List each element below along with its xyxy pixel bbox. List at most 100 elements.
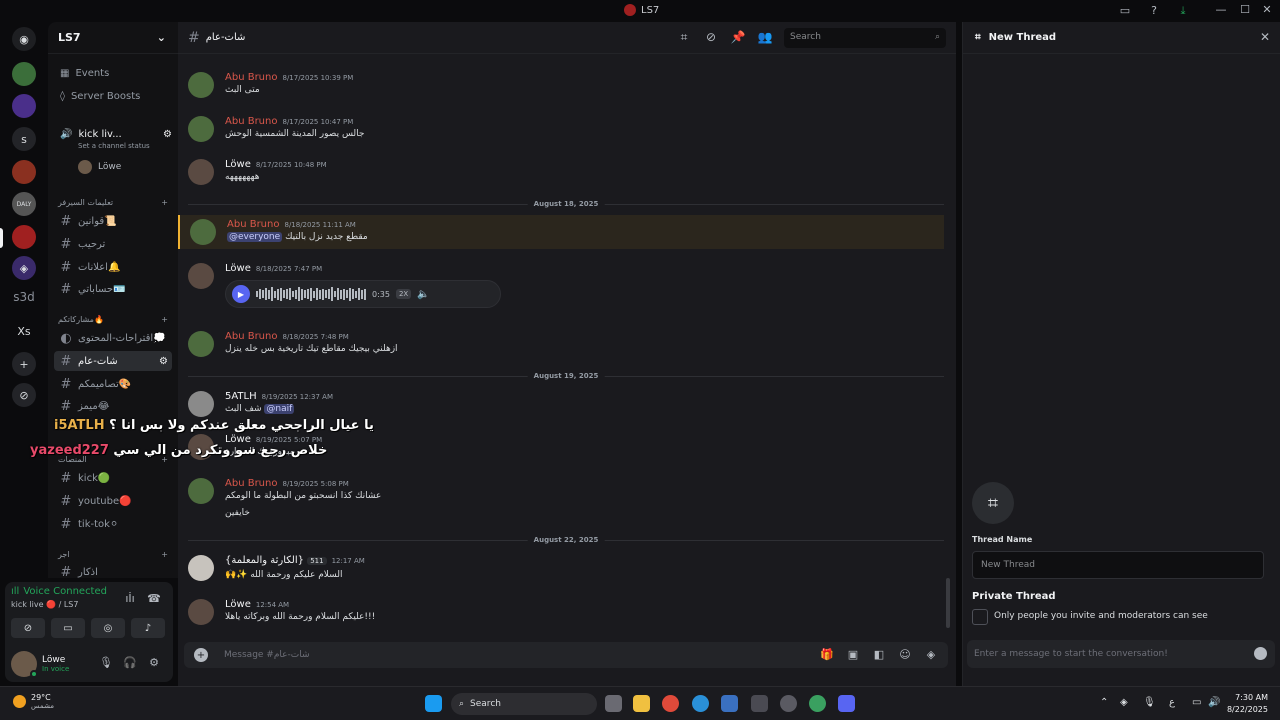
emoji-icon[interactable] <box>1254 647 1267 660</box>
file-explorer-icon[interactable] <box>633 695 650 712</box>
camera-off-button[interactable]: ⊘ <box>11 618 45 638</box>
edge-icon[interactable] <box>692 695 709 712</box>
plus-icon[interactable]: + <box>161 198 168 207</box>
chrome-icon[interactable] <box>662 695 679 712</box>
help-icon[interactable]: ? <box>1147 4 1161 18</box>
soundboard-button[interactable]: ♪ <box>131 618 165 638</box>
noise-suppression-icon[interactable]: ıİı <box>123 592 137 605</box>
voice-channel-link[interactable]: kick live 🔴 / LS7 <box>11 600 78 609</box>
discord-taskbar-icon[interactable] <box>838 695 855 712</box>
channel-item[interactable]: # قوانين📜 <box>54 211 172 231</box>
server-icon[interactable] <box>12 225 36 249</box>
plus-icon[interactable]: + <box>161 315 168 324</box>
microphone-icon[interactable]: 🎙 <box>1143 697 1156 708</box>
close-icon[interactable]: ✕ <box>1260 30 1270 44</box>
avatar[interactable] <box>188 391 214 417</box>
network-icon[interactable]: ▭ <box>1192 697 1201 708</box>
thread-name-input[interactable]: New Thread <box>972 551 1264 579</box>
apps-icon[interactable]: ◈ <box>924 648 938 661</box>
server-icon[interactable]: DALY <box>12 192 36 216</box>
inbox-icon[interactable]: ▭ <box>1118 4 1132 18</box>
private-thread-checkbox[interactable] <box>972 609 988 625</box>
play-icon[interactable]: ▶ <box>232 285 250 303</box>
chevron-up-icon[interactable]: ⌃ <box>1100 697 1108 708</box>
message-mentioned[interactable]: Abu Bruno 8/18/2025 11:11 AM @everyone مق… <box>178 215 944 249</box>
chrome-profile-icon[interactable] <box>809 695 826 712</box>
channel-item[interactable]: # تصاميمكم🎨 <box>54 374 172 394</box>
server-icon[interactable]: s3d <box>12 285 36 309</box>
channel-item[interactable]: # youtube🔴 <box>54 491 172 511</box>
category-header[interactable]: مشاركاتكم🔥 + <box>58 312 168 326</box>
avatar[interactable] <box>188 159 214 185</box>
channel-item[interactable]: ◐ اقتراحات-المحتوى💭 <box>54 328 172 348</box>
voice-participant[interactable]: Löwe <box>78 160 121 174</box>
channel-item[interactable]: # tik-tok⚪ <box>54 514 172 534</box>
threads-icon[interactable]: ⌗ <box>676 30 692 45</box>
events-item[interactable]: ▦ Events <box>54 63 172 83</box>
avatar[interactable] <box>188 72 214 98</box>
add-server-icon[interactable]: + <box>12 352 36 376</box>
server-icon[interactable] <box>12 62 36 86</box>
server-tag-badge[interactable]: 511 <box>307 557 327 565</box>
settings-icon[interactable] <box>751 695 768 712</box>
channel-item[interactable]: # ميمز😂 <box>54 396 172 416</box>
headphones-icon[interactable]: 🎧 <box>123 656 137 669</box>
server-boosts-item[interactable]: ◊ Server Boosts <box>54 86 172 106</box>
close-window-button[interactable]: ✕ <box>1255 3 1279 16</box>
disconnect-icon[interactable]: ☎ <box>147 592 161 605</box>
mention-everyone[interactable]: @everyone <box>227 232 283 242</box>
guild-header[interactable]: LS7 ⌄ <box>48 22 178 54</box>
store-icon[interactable] <box>721 695 738 712</box>
channel-item[interactable]: # kick🟢 <box>54 468 172 488</box>
server-icon[interactable]: Xs <box>12 319 36 343</box>
notification-off-icon[interactable]: ⊘ <box>703 30 719 44</box>
avatar[interactable] <box>188 116 214 142</box>
discord-home-icon[interactable]: ◉ <box>12 27 36 51</box>
taskbar-search[interactable]: ⌕ Search <box>451 693 597 715</box>
language-indicator[interactable]: ع <box>1169 697 1175 708</box>
members-icon[interactable]: 👥 <box>757 30 773 44</box>
avatar[interactable] <box>188 263 214 289</box>
server-icon[interactable] <box>12 94 36 118</box>
playback-speed-button[interactable]: 2X <box>395 289 412 299</box>
weather-widget[interactable]: 29°C مشمس <box>13 693 54 710</box>
waveform[interactable] <box>256 287 366 301</box>
volume-icon[interactable]: 🔈 <box>417 289 429 300</box>
windows-start-icon[interactable] <box>425 695 442 712</box>
avatar[interactable] <box>188 331 214 357</box>
pin-icon[interactable]: 📌 <box>730 30 746 44</box>
scrollbar[interactable] <box>946 578 950 628</box>
channel-item[interactable]: # ترحيب <box>54 234 172 254</box>
avatar[interactable] <box>188 478 214 504</box>
voice-connected-status[interactable]: ıll Voice Connected <box>11 586 107 597</box>
volume-icon[interactable]: 🔊 <box>1208 697 1220 708</box>
twitch-server-icon[interactable]: ◈ <box>12 256 36 280</box>
message-input[interactable]: + Message #شات-عام 🎁 ▣ ◧ ☺ ◈ <box>184 642 948 668</box>
discover-icon[interactable]: ⊘ <box>12 383 36 407</box>
mention-user[interactable]: @naif <box>264 404 295 414</box>
gif-icon[interactable]: ▣ <box>846 648 860 661</box>
settings-icon[interactable]: ⚙ <box>159 356 168 367</box>
activities-button[interactable]: ◎ <box>91 618 125 638</box>
obs-icon[interactable] <box>780 695 797 712</box>
add-attachment-icon[interactable]: + <box>194 648 208 662</box>
channel-item[interactable]: # اعلانات🔔 <box>54 257 172 277</box>
microphone-icon[interactable]: 🎙 <box>99 656 113 669</box>
avatar[interactable] <box>188 599 214 625</box>
tray-app-icon[interactable]: ◈ <box>1120 697 1128 708</box>
plus-icon[interactable]: + <box>161 550 168 559</box>
channel-item-active[interactable]: # شات-عام ⚙ <box>54 351 172 371</box>
thread-message-input[interactable]: Enter a message to start the conversatio… <box>967 640 1275 668</box>
user-settings-icon[interactable]: ⚙ <box>147 656 161 669</box>
sticker-icon[interactable]: ◧ <box>872 648 886 661</box>
server-icon[interactable]: s <box>12 127 36 151</box>
channel-item[interactable]: # اذكار <box>54 562 172 579</box>
channel-item[interactable]: # حساباتي🪪 <box>54 279 172 299</box>
maximize-button[interactable]: ☐ <box>1233 3 1257 16</box>
category-header[interactable]: اجر + <box>58 547 168 561</box>
screen-share-button[interactable]: ▭ <box>51 618 85 638</box>
category-header[interactable]: تعليمات السيرفر + <box>58 195 168 209</box>
clock[interactable]: 7:30 AM 8/22/2025 <box>1222 692 1268 716</box>
minimize-button[interactable]: — <box>1209 3 1233 16</box>
server-icon[interactable] <box>12 160 36 184</box>
